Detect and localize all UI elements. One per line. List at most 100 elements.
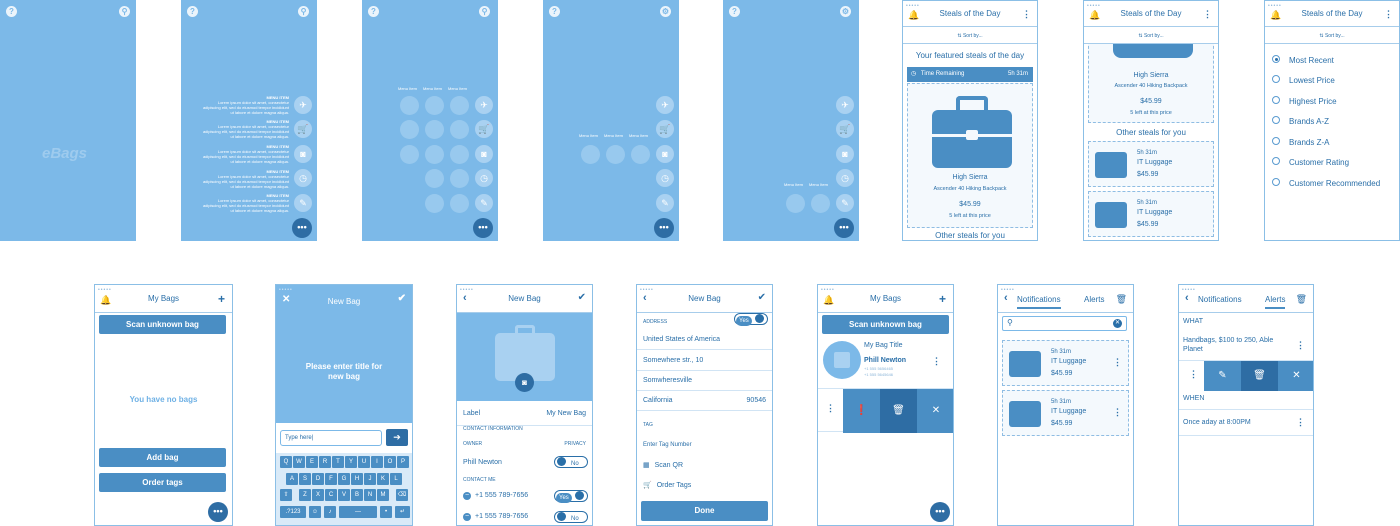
sort-option[interactable]: Lowest Price: [1272, 75, 1335, 85]
scan-unknown-bag-button[interactable]: Scan unknown bag: [99, 315, 226, 334]
remove-icon[interactable]: −: [463, 513, 471, 521]
cart-icon[interactable]: 🛒: [294, 120, 312, 138]
key[interactable]: L: [390, 473, 402, 485]
owner-privacy-toggle[interactable]: No: [554, 456, 588, 468]
key[interactable]: F: [325, 473, 337, 485]
clear-icon[interactable]: ✕: [1113, 319, 1122, 328]
kebab-icon[interactable]: ⋮: [1113, 357, 1122, 368]
featured-card[interactable]: High Sierra Ascender 40 Hiking Backpack …: [907, 83, 1033, 228]
clock-icon[interactable]: ◷: [294, 169, 312, 187]
key[interactable]: A: [286, 473, 298, 485]
search-icon[interactable]: ⚲: [298, 6, 309, 17]
scan-unknown-bag-button[interactable]: Scan unknown bag: [822, 315, 949, 334]
grid-slot[interactable]: [606, 145, 625, 164]
bell-icon[interactable]: 🔔: [908, 10, 919, 21]
camera-icon[interactable]: ◙: [294, 145, 312, 163]
grid-slot[interactable]: [450, 194, 469, 213]
key[interactable]: P: [397, 456, 409, 468]
settings-icon[interactable]: ⚙: [660, 6, 671, 17]
key[interactable]: M: [377, 489, 389, 501]
sort-option[interactable]: Customer Rating: [1272, 157, 1349, 167]
remove-icon[interactable]: −: [463, 492, 471, 500]
tag-number-input[interactable]: Enter Tag Number: [643, 442, 692, 448]
report-lost-button[interactable]: ❗: [843, 389, 880, 433]
street-field[interactable]: Somewhere str., 10: [637, 350, 772, 371]
order-tags-row[interactable]: 🛒 Order Tags: [637, 475, 772, 495]
key[interactable]: Y: [345, 456, 357, 468]
label-row[interactable]: Label My New Bag: [457, 401, 592, 426]
key[interactable]: E: [306, 456, 318, 468]
add-bag-button[interactable]: Add bag: [99, 448, 226, 467]
help-icon[interactable]: ?: [368, 6, 379, 17]
back-icon[interactable]: ‹: [463, 292, 467, 304]
search-input[interactable]: ⚲ ✕: [1002, 316, 1127, 331]
plus-icon[interactable]: +: [939, 292, 946, 306]
cart-icon[interactable]: 🛒: [656, 120, 674, 138]
tag-icon[interactable]: ✎: [656, 194, 674, 212]
sort-button[interactable]: ⇅ Sort by...: [1084, 28, 1218, 44]
trash-icon[interactable]: 🗑: [1116, 294, 1127, 305]
country-field[interactable]: United States of America: [637, 330, 772, 350]
key[interactable]: O: [384, 456, 396, 468]
check-icon[interactable]: ✔: [578, 292, 586, 303]
grid-slot[interactable]: [811, 194, 830, 213]
settings-icon[interactable]: ⚙: [840, 6, 851, 17]
back-icon[interactable]: ‹: [643, 292, 647, 304]
tag-icon[interactable]: ✎: [475, 194, 493, 212]
trash-icon[interactable]: 🗑: [1296, 294, 1307, 305]
grid-slot[interactable]: [400, 145, 419, 164]
sort-option[interactable]: Most Recent: [1272, 55, 1334, 65]
camera-icon[interactable]: ◙: [656, 145, 674, 163]
camera-icon[interactable]: ◙: [836, 145, 854, 163]
back-icon[interactable]: ‹: [1004, 292, 1008, 304]
radio[interactable]: [1272, 75, 1280, 83]
deal-card[interactable]: 5h 31m IT Luggage $45.99: [1088, 141, 1214, 187]
sort-button[interactable]: ⇅ Sort by...: [903, 28, 1037, 44]
key[interactable]: X: [312, 489, 324, 501]
delete-button[interactable]: 🗑: [1241, 361, 1278, 391]
more-menu-button[interactable]: •••: [208, 502, 228, 522]
tag-icon[interactable]: ✎: [294, 194, 312, 212]
notification-card[interactable]: 5h 31m IT Luggage $45.99 ⋮: [1002, 390, 1129, 436]
kebab-icon[interactable]: ⋮: [932, 356, 941, 367]
sort-option[interactable]: Brands Z-A: [1272, 137, 1329, 147]
key[interactable]: G: [338, 473, 350, 485]
help-icon[interactable]: ?: [6, 6, 17, 17]
grid-slot[interactable]: [425, 120, 444, 139]
plane-icon[interactable]: ✈: [475, 96, 493, 114]
tab-notifications[interactable]: Notifications: [1198, 295, 1242, 304]
more-menu-button[interactable]: •••: [654, 218, 674, 238]
bell-icon[interactable]: 🔔: [823, 295, 834, 306]
help-icon[interactable]: ?: [187, 6, 198, 17]
bell-icon[interactable]: 🔔: [100, 295, 111, 306]
grid-slot[interactable]: [786, 194, 805, 213]
kebab-icon[interactable]: ⋮: [1296, 340, 1305, 351]
key[interactable]: W: [293, 456, 305, 468]
key[interactable]: D: [312, 473, 324, 485]
sort-button[interactable]: ⇅ Sort by...: [1265, 28, 1399, 44]
city-field[interactable]: Somwheresville: [637, 371, 772, 391]
grid-slot[interactable]: [400, 96, 419, 115]
radio[interactable]: [1272, 116, 1280, 124]
kebab-icon[interactable]: ⋮: [1384, 9, 1393, 20]
radio[interactable]: [1272, 157, 1280, 165]
dot-key[interactable]: •: [380, 506, 392, 518]
key[interactable]: Z: [299, 489, 311, 501]
featured-card[interactable]: High Sierra Ascender 40 Hiking Backpack …: [1088, 31, 1214, 123]
key[interactable]: N: [364, 489, 376, 501]
mic-key[interactable]: ♪: [324, 506, 336, 518]
radio[interactable]: [1272, 178, 1280, 186]
sort-option[interactable]: Customer Recommended: [1272, 178, 1380, 188]
back-icon[interactable]: ‹: [1185, 292, 1189, 304]
grid-slot[interactable]: [450, 145, 469, 164]
plus-icon[interactable]: +: [218, 292, 225, 306]
plane-icon[interactable]: ✈: [836, 96, 854, 114]
bag-item[interactable]: My Bag Title Phill Newton +1 555 5656465…: [818, 338, 953, 386]
key[interactable]: J: [364, 473, 376, 485]
kebab-icon[interactable]: ⋮: [1203, 9, 1212, 20]
space-key[interactable]: —: [339, 506, 377, 518]
radio[interactable]: [1272, 96, 1280, 104]
cart-icon[interactable]: 🛒: [836, 120, 854, 138]
search-icon[interactable]: ⚲: [479, 6, 490, 17]
plane-icon[interactable]: ✈: [656, 96, 674, 114]
